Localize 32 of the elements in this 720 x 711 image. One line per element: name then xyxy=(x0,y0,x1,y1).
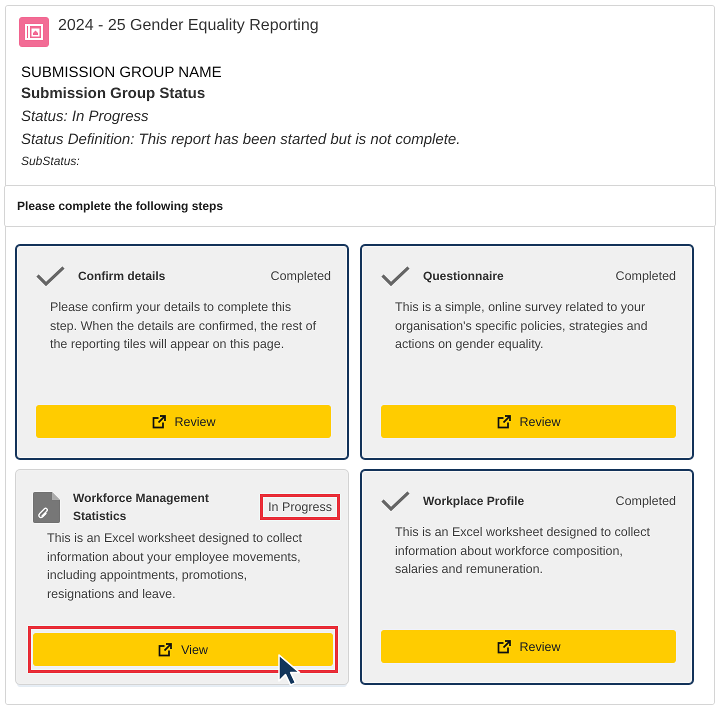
open-button[interactable]: Review xyxy=(381,630,676,663)
group-name: SUBMISSION GROUP NAME xyxy=(21,63,223,83)
status-text: Status: In Progress xyxy=(21,107,150,127)
check-icon xyxy=(381,491,410,511)
tile-description: This is an Excel worksheet designed to collect information about workforce composition, salaries and remuneration. xyxy=(395,524,651,578)
external-link-icon xyxy=(496,640,510,654)
open-button[interactable]: Review xyxy=(381,405,676,438)
document-icon xyxy=(33,492,60,522)
steps-banner: Please complete the following steps xyxy=(4,185,716,227)
external-link-icon xyxy=(496,414,510,428)
tile-status: Completed xyxy=(616,268,676,285)
tile-description: Please confirm your details to complete this step. When the details are confirmed, the rest of the reporting tiles will appear on this page. xyxy=(50,299,318,353)
external-link-icon xyxy=(152,414,166,428)
tile-status: Completed xyxy=(616,493,676,510)
status-definition: Status Definition: This report has been started but is not complete. xyxy=(21,130,462,150)
tile-title: Workplace Profile xyxy=(423,493,526,510)
status-heading: Submission Group Status xyxy=(21,84,206,104)
external-link-icon xyxy=(158,642,172,656)
tile-title: Questionnaire xyxy=(423,268,505,285)
app-icon xyxy=(19,17,49,47)
tile-status: In Progress xyxy=(268,500,332,514)
tile-title: Confirm details xyxy=(78,268,166,285)
tile-description: This is an Excel worksheet designed to collect information about your employee movements, including appointments, promotions, resignations and leave. xyxy=(47,530,303,603)
tile-status: Completed xyxy=(270,268,331,285)
open-button[interactable]: Review xyxy=(36,405,331,438)
open-button[interactable]: View xyxy=(33,633,333,666)
tile-title: Workforce Management Statistics xyxy=(73,490,210,525)
page-title: 2024 - 25 Gender Equality Reporting xyxy=(58,16,319,36)
check-icon xyxy=(36,266,65,286)
tile-description: This is a simple, online survey related to your organisation's specific policies, strategies and actions on gender equality. xyxy=(395,299,649,353)
check-icon xyxy=(381,266,410,286)
substatus-label: SubStatus: xyxy=(21,153,81,170)
